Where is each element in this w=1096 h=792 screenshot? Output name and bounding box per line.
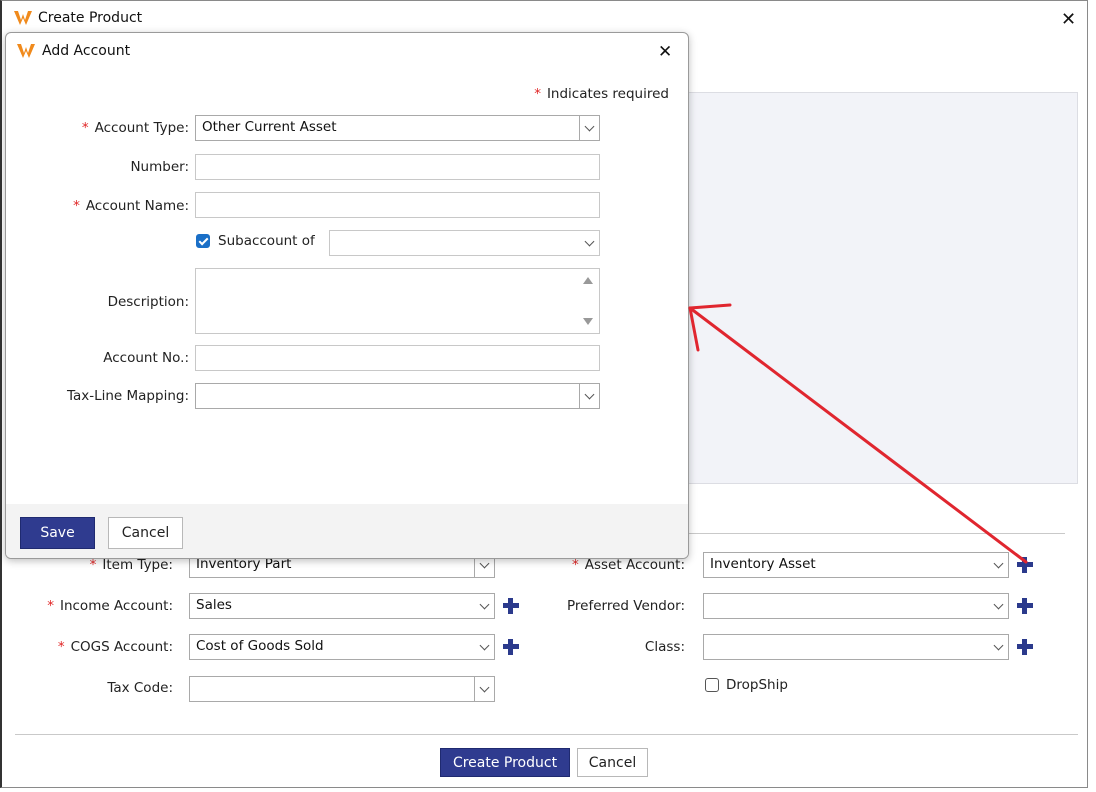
- chevron-down-icon: [579, 116, 599, 140]
- cogs-account-select[interactable]: Cost of Goods Sold: [189, 634, 495, 660]
- tax-code-label: Tax Code:: [107, 680, 173, 696]
- window-title: Create Product: [38, 10, 143, 26]
- app-logo-icon: [14, 11, 32, 25]
- chevron-down-icon: [988, 553, 1008, 577]
- class-label: Class:: [644, 639, 685, 655]
- footer-divider: [15, 734, 1078, 735]
- income-account-label: * Income Account:: [47, 598, 173, 614]
- required-note: * Indicates required: [534, 86, 669, 102]
- account-no-input[interactable]: [195, 345, 600, 371]
- main-cancel-button[interactable]: Cancel: [577, 748, 648, 777]
- number-label: Number:: [130, 159, 189, 175]
- asset-account-select[interactable]: Inventory Asset: [703, 552, 1009, 578]
- add-vendor-icon[interactable]: [1016, 597, 1034, 615]
- add-cogs-account-icon[interactable]: [502, 638, 520, 656]
- window-close-icon[interactable]: ✕: [1061, 11, 1076, 29]
- add-income-account-icon[interactable]: [502, 597, 520, 615]
- add-account-dialog: Add Account ✕ * Indicates required * Accou…: [5, 32, 689, 559]
- dialog-footer: Save Cancel: [6, 504, 688, 558]
- cogs-account-label: * COGS Account:: [57, 639, 173, 655]
- description-scrollbar[interactable]: [577, 269, 599, 333]
- subaccount-select[interactable]: [329, 230, 600, 256]
- section-divider: [685, 533, 1065, 534]
- preferred-vendor-label: Preferred Vendor:: [567, 598, 685, 614]
- asset-account-label: * Asset Account:: [572, 557, 685, 573]
- preferred-vendor-select[interactable]: [703, 593, 1009, 619]
- number-input[interactable]: [195, 154, 600, 180]
- dialog-close-icon[interactable]: ✕: [658, 44, 672, 61]
- scroll-down-icon[interactable]: [583, 318, 593, 325]
- scroll-up-icon[interactable]: [583, 277, 593, 284]
- dialog-cancel-button[interactable]: Cancel: [108, 517, 183, 549]
- subaccount-label: Subaccount of: [218, 233, 315, 249]
- tax-code-select[interactable]: [189, 676, 495, 702]
- dropship-label: DropShip: [726, 677, 788, 693]
- chevron-down-icon: [988, 635, 1008, 659]
- tax-line-label: Tax-Line Mapping:: [66, 388, 189, 404]
- save-button[interactable]: Save: [20, 517, 95, 549]
- description-label: Description:: [107, 294, 189, 310]
- chevron-down-icon: [474, 635, 494, 659]
- account-name-input[interactable]: [195, 192, 600, 218]
- chevron-down-icon: [579, 231, 599, 255]
- app-logo-icon: [17, 44, 35, 58]
- chevron-down-icon: [579, 384, 599, 408]
- income-account-select[interactable]: Sales: [189, 593, 495, 619]
- account-name-label: * Account Name:: [73, 198, 189, 214]
- class-select[interactable]: [703, 634, 1009, 660]
- account-type-label: * Account Type:: [81, 120, 189, 136]
- description-textarea[interactable]: [195, 268, 600, 334]
- product-preview-panel: [688, 92, 1078, 484]
- chevron-down-icon: [988, 594, 1008, 618]
- item-type-label: * Item Type:: [89, 557, 173, 573]
- tax-line-select[interactable]: [195, 383, 600, 409]
- subaccount-checkbox[interactable]: [196, 234, 210, 248]
- account-type-select[interactable]: Other Current Asset: [195, 115, 600, 141]
- create-product-button[interactable]: Create Product: [440, 748, 570, 777]
- chevron-down-icon: [474, 677, 494, 701]
- add-class-icon[interactable]: [1016, 638, 1034, 656]
- dropship-checkbox[interactable]: [705, 678, 719, 692]
- chevron-down-icon: [474, 594, 494, 618]
- account-no-label: Account No.:: [103, 350, 189, 366]
- dialog-title: Add Account: [42, 43, 131, 59]
- add-asset-account-icon[interactable]: [1016, 556, 1034, 574]
